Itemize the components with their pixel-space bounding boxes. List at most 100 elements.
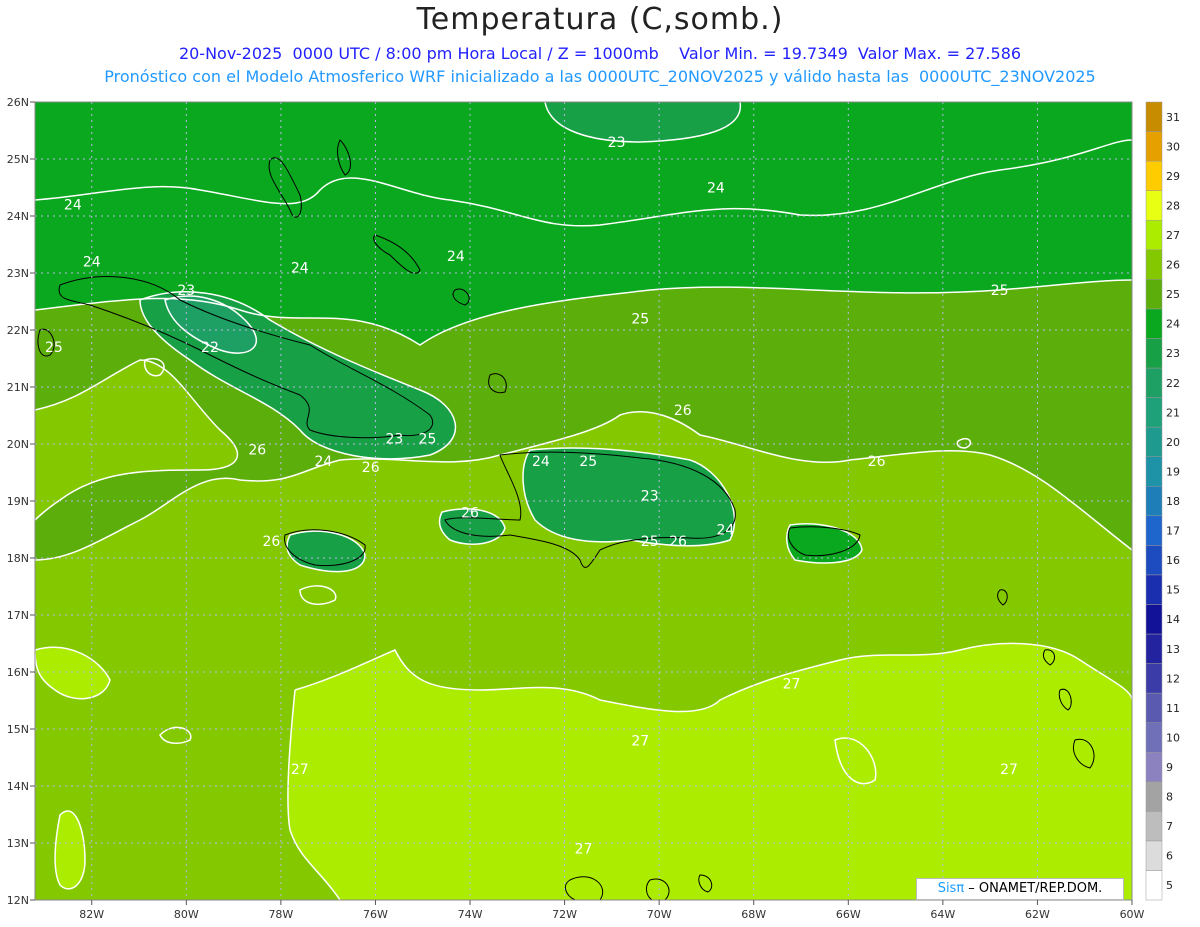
contour-label: 25 [641,534,659,550]
colorbar-swatch [1145,456,1163,487]
lat-label-14N: 14N [7,780,29,793]
contour-label: 27 [575,842,593,858]
contour-label: 26 [868,454,886,470]
colorbar-swatch [1145,633,1163,664]
contour-label: 24 [83,255,101,271]
colorbar-swatch [1145,249,1163,280]
lat-label-21N: 21N [7,381,29,394]
lat-label-15N: 15N [7,723,29,736]
contour-label: 24 [707,181,725,197]
colorbar-swatch [1145,308,1163,339]
contour-label: 24 [716,523,734,539]
colorbar-label: 27 [1166,229,1180,242]
weather-map: 23 24 24 24 24 24 25 25 25 23 22 26 26 25 23 24 26 24 25 26… [7,96,1180,921]
contour-label: 26 [461,505,479,521]
lon-label-72W: 72W [552,908,577,921]
contour-label: 27 [783,676,801,692]
lat-label-16N: 16N [7,666,29,679]
lat-label-22N: 22N [7,324,29,337]
latitude-labels: 26N 25N 24N 23N 22N 21N 20N 19N 18N 17N 16N 15N 14N 1… [7,96,35,907]
colorbar-label: 23 [1166,347,1180,360]
contour-label: 25 [991,283,1009,299]
colorbar-swatch [1145,870,1163,901]
colorbar-label: 17 [1166,525,1180,538]
credit-box: Sisπ – ONAMET/REP.DOM. [916,878,1124,900]
colorbar-label: 26 [1166,259,1180,272]
contour-label: 26 [248,443,266,459]
contour-label: 26 [669,534,687,550]
lat-label-17N: 17N [7,609,29,622]
contour-label: 27 [1000,762,1018,778]
contour-label: 25 [631,312,649,328]
map-field: 23 24 24 24 24 24 25 25 25 23 22 26 26 25 23 24 26 24 25 26… [35,102,1132,900]
colorbar-swatch [1145,515,1163,546]
lon-label-78W: 78W [268,908,293,921]
contour-label: 26 [674,403,692,419]
colorbar-swatch [1145,781,1163,812]
colorbar-label: 19 [1166,465,1180,478]
colorbar-label: 22 [1166,377,1180,390]
colorbar-swatch [1145,604,1163,635]
colorbar-swatch [1145,840,1163,871]
lat-label-12N: 12N [7,894,29,907]
colorbar-label: 8 [1166,791,1173,804]
colorbar-label: 21 [1166,406,1180,419]
lat-label-19N: 19N [7,495,29,508]
colorbar-swatch [1145,338,1163,369]
contour-label: 23 [641,488,659,504]
colorbar-label: 6 [1166,850,1173,863]
credit-brand: Sisπ [937,881,965,896]
contour-label: 27 [631,733,649,749]
contour-label: 24 [315,454,333,470]
contour-label: 25 [419,431,437,447]
colorbar-swatch [1145,811,1163,842]
lon-label-64W: 64W [930,908,955,921]
contour-label: 27 [291,762,309,778]
contour-label: 22 [201,340,219,356]
lon-label-62W: 62W [1025,908,1050,921]
lon-label-68W: 68W [741,908,766,921]
lon-label-82W: 82W [79,908,104,921]
lat-label-24N: 24N [7,210,29,223]
colorbar-label: 29 [1166,170,1180,183]
lat-label-25N: 25N [7,153,29,166]
contour-label: 24 [532,454,550,470]
colorbar-swatch [1145,101,1163,132]
colorbar-swatch [1145,190,1163,221]
colorbar-swatch [1145,367,1163,398]
contour-label: 23 [177,283,195,299]
lon-label-74W: 74W [458,908,483,921]
lon-label-66W: 66W [836,908,861,921]
colorbar-swatch [1145,485,1163,517]
contour-label: 26 [362,460,380,476]
contour-label: 25 [45,340,63,356]
colorbar-label: 10 [1166,731,1180,744]
colorbar-label: 31 [1166,111,1180,124]
colorbar-label: 5 [1166,879,1173,892]
colorbar-swatch [1145,663,1163,694]
lat-label-13N: 13N [7,837,29,850]
contour-label: 24 [64,198,82,214]
colorbar-label: 11 [1166,702,1180,715]
colorbar-swatch [1145,751,1163,783]
lat-label-20N: 20N [7,438,29,451]
lat-label-23N: 23N [7,267,29,280]
contour-label: 25 [579,454,597,470]
lat-label-18N: 18N [7,552,29,565]
colorbar: 5 6 7 8 9 10 11 12 13 14 15 16 17 18 19 20 21 22 23 24 25 26 2… [1145,101,1180,901]
lon-label-70W: 70W [647,908,672,921]
colorbar-swatch [1145,219,1163,251]
contour-label: 26 [263,534,281,550]
colorbar-label: 15 [1166,584,1180,597]
contour-label: 23 [385,431,403,447]
colorbar-label: 24 [1166,318,1180,331]
lon-label-80W: 80W [174,908,199,921]
colorbar-label: 25 [1166,288,1180,301]
lon-label-76W: 76W [363,908,388,921]
colorbar-label: 7 [1166,820,1173,833]
colorbar-swatch [1145,279,1163,310]
colorbar-label: 20 [1166,436,1180,449]
colorbar-swatch [1145,692,1163,723]
colorbar-label: 9 [1166,761,1173,774]
colorbar-swatch [1145,131,1163,162]
